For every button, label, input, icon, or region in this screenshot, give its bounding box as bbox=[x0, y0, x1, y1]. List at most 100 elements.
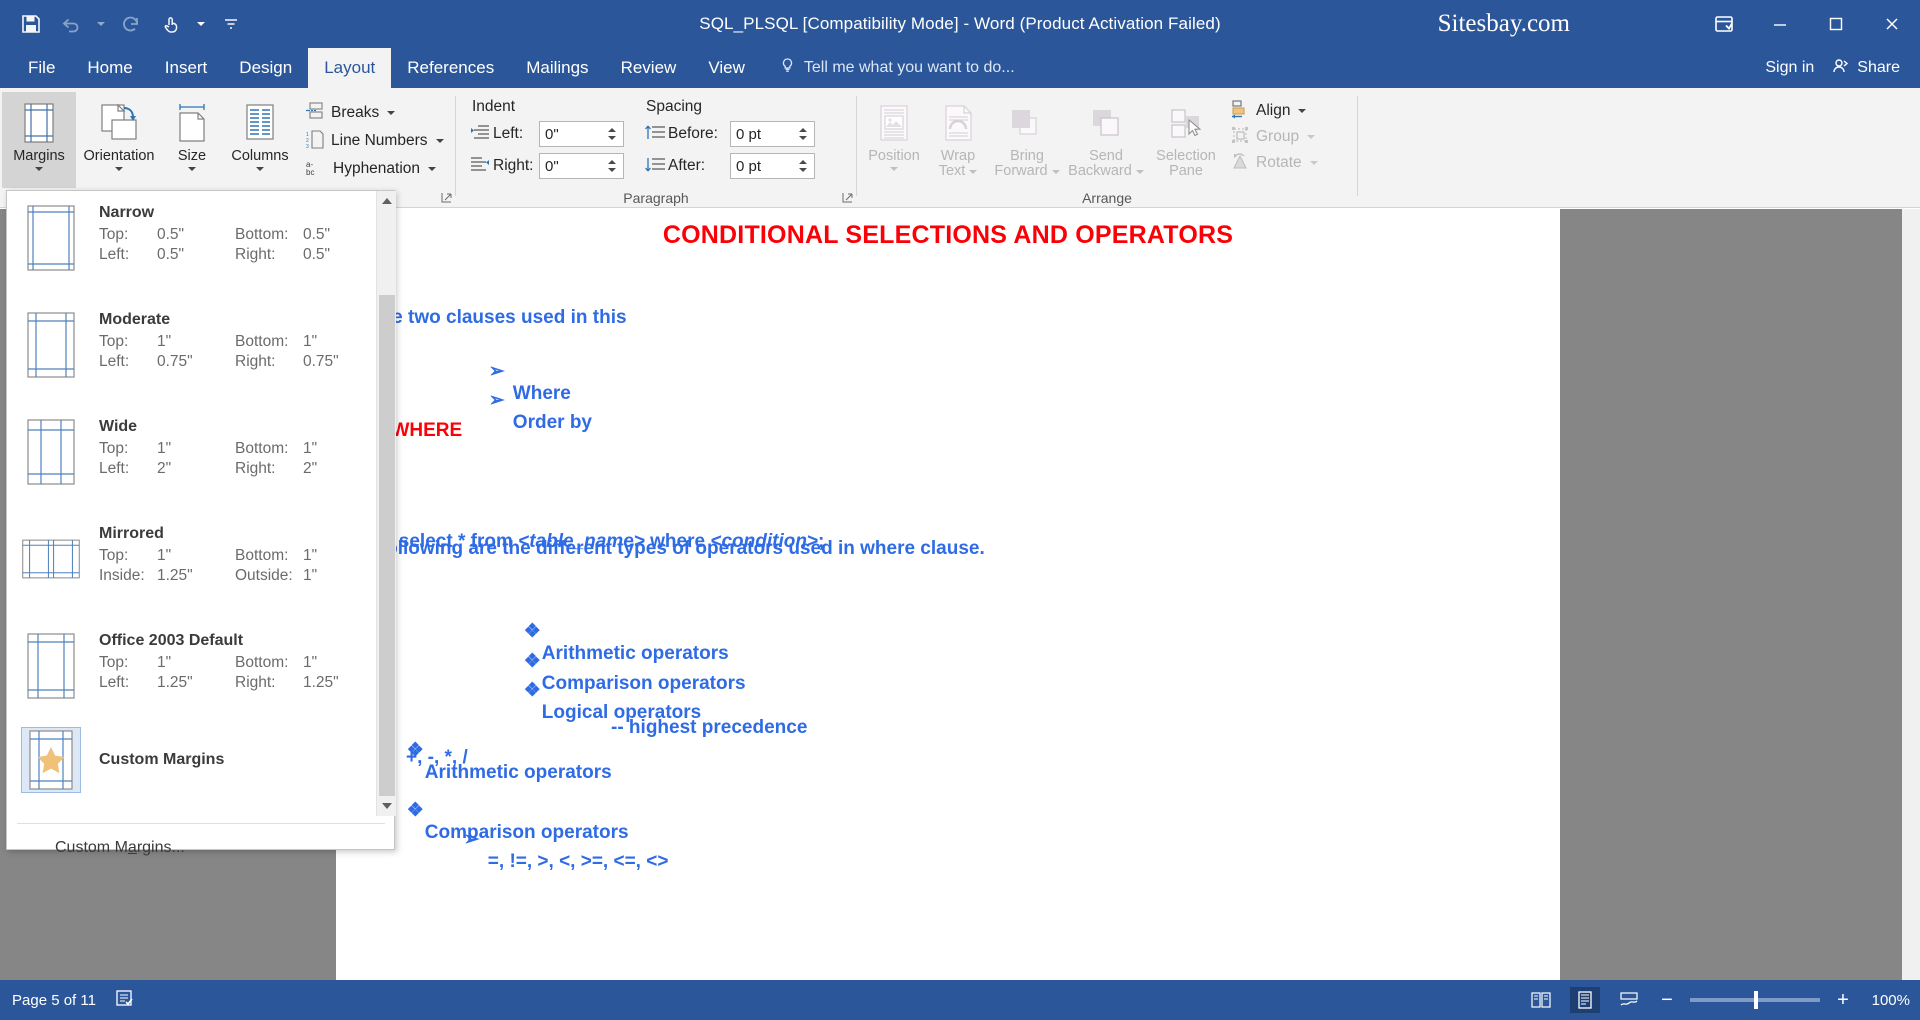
ribbon-group-paragraph: Paragraph Indent Spacing Left: Right: bbox=[456, 88, 856, 208]
print-layout-view-button[interactable] bbox=[1570, 987, 1600, 1013]
send-backward-button[interactable]: Send Backward bbox=[1067, 92, 1145, 188]
scrollbar-thumb[interactable] bbox=[379, 295, 395, 805]
tab-layout[interactable]: Layout bbox=[308, 48, 392, 88]
margins-preset-office-2003-default[interactable]: Office 2003 Default Top: 1" Bottom: 1" L… bbox=[7, 619, 377, 726]
close-icon[interactable] bbox=[1864, 0, 1920, 48]
page-number-indicator[interactable]: Page 5 of 11 bbox=[12, 992, 96, 1009]
orientation-button[interactable]: Orientation bbox=[76, 92, 162, 188]
custom-margins-command-post: rgins... bbox=[136, 839, 185, 856]
hyphenation-button[interactable]: a-bc Hyphenation bbox=[305, 156, 437, 182]
wrap-text-dropdown-arrow[interactable] bbox=[969, 169, 978, 174]
spacing-after-spin-buttons[interactable] bbox=[793, 154, 813, 178]
minimize-icon[interactable] bbox=[1752, 0, 1808, 48]
tab-view[interactable]: View bbox=[692, 48, 761, 88]
document-vertical-scrollbar[interactable] bbox=[1902, 209, 1920, 980]
ribbon-display-options-icon[interactable] bbox=[1696, 0, 1752, 48]
margins-dropdown-scrollbar[interactable] bbox=[376, 191, 396, 816]
spacing-before-input[interactable] bbox=[731, 123, 793, 145]
tab-home[interactable]: Home bbox=[71, 48, 148, 88]
value-left: 0.75" bbox=[157, 353, 193, 370]
svg-text:bc: bc bbox=[306, 168, 314, 177]
tab-review[interactable]: Review bbox=[605, 48, 693, 88]
size-dropdown-arrow[interactable] bbox=[188, 167, 196, 171]
label-bottom: Bottom: bbox=[235, 333, 289, 350]
size-button[interactable]: Size bbox=[164, 92, 220, 188]
breaks-dropdown-arrow[interactable] bbox=[387, 111, 396, 115]
scroll-down-icon[interactable] bbox=[377, 796, 396, 816]
page-setup-dialog-launcher[interactable] bbox=[440, 191, 454, 205]
margins-dropdown-menu: Narrow Top: 0.5" Bottom: 0.5" Left: 0.5"… bbox=[6, 190, 396, 856]
spacing-before-spin-buttons[interactable] bbox=[793, 122, 813, 146]
tab-file[interactable]: File bbox=[12, 48, 71, 88]
hyphenation-dropdown-arrow[interactable] bbox=[428, 167, 437, 171]
scroll-up-icon[interactable] bbox=[377, 191, 396, 211]
tab-mailings[interactable]: Mailings bbox=[510, 48, 604, 88]
bring-forward-label-2: Forward bbox=[994, 163, 1048, 179]
tab-insert[interactable]: Insert bbox=[149, 48, 224, 88]
indent-left-spinner[interactable] bbox=[539, 121, 624, 147]
share-label: Share bbox=[1857, 59, 1900, 76]
web-layout-view-button[interactable] bbox=[1614, 987, 1644, 1013]
line-numbers-button[interactable]: 123 Line Numbers bbox=[305, 128, 444, 154]
margins-custom-title: Custom Margins bbox=[99, 751, 225, 768]
tab-design[interactable]: Design bbox=[223, 48, 308, 88]
line-numbers-dropdown-arrow[interactable] bbox=[435, 139, 444, 143]
margins-narrow-values: Top: 0.5" Bottom: 0.5" Left: 0.5" Right:… bbox=[99, 226, 369, 264]
group-dropdown-arrow[interactable] bbox=[1307, 135, 1316, 139]
margins-preset-custom-margins[interactable]: Custom Margins bbox=[7, 726, 377, 794]
orientation-icon bbox=[96, 98, 142, 146]
margins-dropdown-arrow[interactable] bbox=[35, 167, 43, 171]
paragraph-dialog-launcher[interactable] bbox=[841, 191, 855, 205]
zoom-slider-handle[interactable] bbox=[1754, 991, 1758, 1009]
zoom-out-button[interactable]: − bbox=[1658, 990, 1676, 1010]
indent-right-input[interactable] bbox=[540, 155, 602, 177]
status-bar-left: Page 5 of 11 bbox=[0, 988, 134, 1012]
bring-forward-button[interactable]: Bring Forward bbox=[989, 92, 1065, 188]
indent-right-spinner[interactable] bbox=[539, 153, 624, 179]
tell-me-box[interactable]: Tell me what you want to do... bbox=[761, 48, 1025, 88]
spacing-after-spinner[interactable] bbox=[730, 153, 815, 179]
columns-dropdown-arrow[interactable] bbox=[256, 167, 264, 171]
proofing-errors-icon[interactable] bbox=[114, 988, 134, 1012]
position-dropdown-arrow[interactable] bbox=[890, 167, 898, 171]
zoom-slider[interactable] bbox=[1690, 991, 1820, 1009]
read-mode-view-button[interactable] bbox=[1526, 987, 1556, 1013]
indent-left-spin-buttons[interactable] bbox=[602, 122, 622, 146]
value-left: 1.25" bbox=[157, 674, 193, 691]
share-button[interactable]: Share bbox=[1832, 57, 1900, 80]
rotate-dropdown-arrow[interactable] bbox=[1309, 161, 1318, 165]
custom-margins-command-accel: a bbox=[127, 839, 137, 856]
columns-button[interactable]: Columns bbox=[222, 92, 298, 188]
value-top: 1" bbox=[157, 547, 172, 564]
orientation-dropdown-arrow[interactable] bbox=[115, 167, 123, 171]
rotate-button[interactable]: Rotate bbox=[1230, 150, 1318, 176]
spacing-after-input[interactable] bbox=[731, 155, 793, 177]
margins-preset-narrow[interactable]: Narrow Top: 0.5" Bottom: 0.5" Left: 0.5"… bbox=[7, 191, 377, 298]
selection-pane-button[interactable]: Selection Pane bbox=[1147, 92, 1225, 188]
restore-icon[interactable] bbox=[1808, 0, 1864, 48]
margins-preset-moderate[interactable]: Moderate Top: 1" Bottom: 1" Left: 0.75" … bbox=[7, 298, 377, 405]
position-button[interactable]: Position bbox=[861, 92, 927, 188]
value-bottom: 1" bbox=[303, 333, 318, 350]
align-button[interactable]: Align bbox=[1230, 98, 1307, 124]
sign-in-link[interactable]: Sign in bbox=[1765, 59, 1814, 77]
bring-forward-dropdown-arrow[interactable] bbox=[1051, 169, 1060, 174]
document-page[interactable]: CONDITIONAL SELECTIONS AND OPERATORS We … bbox=[326, 209, 1560, 980]
custom-margins-command[interactable]: Custom Ma rgins... bbox=[7, 828, 396, 868]
group-button[interactable]: Group bbox=[1230, 124, 1316, 150]
status-bar-right: − + 100% bbox=[1526, 987, 1910, 1013]
margins-button[interactable]: Margins bbox=[2, 92, 76, 188]
indent-left-input[interactable] bbox=[540, 123, 602, 145]
send-backward-dropdown-arrow[interactable] bbox=[1135, 169, 1144, 174]
margins-preset-mirrored[interactable]: Mirrored Top: 1" Bottom: 1" Inside: 1.25… bbox=[7, 512, 377, 619]
breaks-button[interactable]: Breaks bbox=[305, 100, 396, 126]
zoom-level-label[interactable]: 100% bbox=[1866, 992, 1910, 1009]
align-dropdown-arrow[interactable] bbox=[1298, 109, 1307, 113]
tab-references[interactable]: References bbox=[391, 48, 510, 88]
window-controls bbox=[1696, 0, 1920, 48]
margins-preset-wide[interactable]: Wide Top: 1" Bottom: 1" Left: 2" Right: … bbox=[7, 405, 377, 512]
spacing-before-spinner[interactable] bbox=[730, 121, 815, 147]
indent-right-spin-buttons[interactable] bbox=[602, 154, 622, 178]
wrap-text-button[interactable]: Wrap Text bbox=[929, 92, 987, 188]
zoom-in-button[interactable]: + bbox=[1834, 990, 1852, 1010]
